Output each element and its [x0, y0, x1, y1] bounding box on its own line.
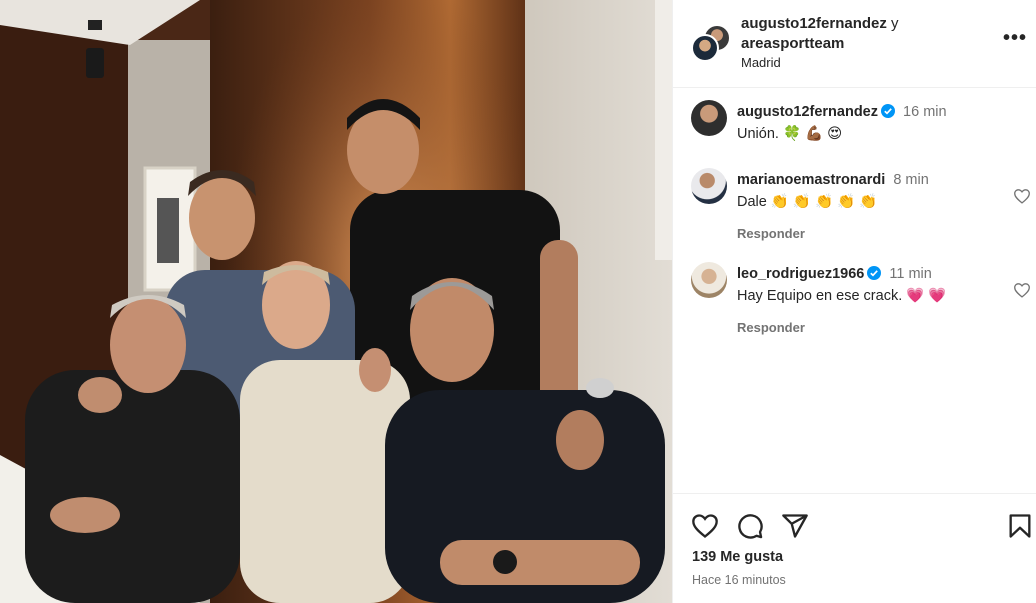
author-avatars[interactable] [691, 24, 731, 64]
author-username-link[interactable]: augusto12fernandez [741, 15, 887, 32]
comment-text: Unión. 🍀 💪🏾 😍 [737, 126, 843, 142]
avatar[interactable] [691, 100, 727, 136]
comment-time[interactable]: 16 min [903, 104, 947, 120]
post-photo[interactable] [0, 0, 672, 603]
group-photo-illustration [0, 0, 672, 603]
comment-icon[interactable] [736, 512, 764, 540]
bookmark-icon[interactable] [1006, 512, 1034, 540]
comment-username[interactable]: marianoemastronardi [737, 172, 885, 188]
share-icon[interactable] [781, 512, 809, 540]
more-options-icon[interactable]: ••• [1003, 28, 1027, 48]
avatar[interactable] [691, 168, 727, 204]
author-names: augusto12fernandez y areasportteam [741, 14, 899, 54]
reply-button[interactable]: Responder [737, 320, 1007, 335]
comment-time[interactable]: 11 min [889, 266, 931, 282]
post-timestamp[interactable]: Hace 16 minutos [692, 573, 786, 587]
comment-time[interactable]: 8 min [893, 172, 928, 188]
avatar[interactable] [691, 34, 719, 62]
avatar[interactable] [691, 262, 727, 298]
comment-text: Hay Equipo en ese crack. 💗 💗 [737, 288, 947, 304]
comment-item: marianoemastronardi 8 min Dale 👏 👏 👏 👏 👏… [691, 168, 1031, 241]
post-actions: 139 Me gusta Hace 16 minutos [673, 493, 1036, 603]
comment-username[interactable]: augusto12fernandez [737, 104, 878, 120]
heart-icon[interactable] [691, 512, 719, 540]
comments-list: augusto12fernandez 16 min Unión. 🍀 💪🏾 😍 … [673, 88, 1036, 493]
verified-badge-icon [867, 266, 882, 280]
verified-badge-icon [881, 104, 895, 118]
comment-text: Dale 👏 👏 👏 👏 👏 [737, 194, 878, 210]
reply-button[interactable]: Responder [737, 226, 1007, 241]
author-joiner: y [891, 15, 899, 32]
comment-item: leo_rodriguez1966 11 min Hay Equipo en e… [691, 262, 1031, 335]
post-side-panel: augusto12fernandez y areasportteam Madri… [672, 0, 1036, 603]
caption-comment: augusto12fernandez 16 min Unión. 🍀 💪🏾 😍 [691, 100, 1031, 150]
comment-username[interactable]: leo_rodriguez1966 [737, 266, 864, 282]
like-comment-heart-icon[interactable] [1013, 188, 1031, 204]
post-header: augusto12fernandez y areasportteam Madri… [673, 0, 1036, 88]
location-link[interactable]: Madrid [741, 55, 781, 70]
like-comment-heart-icon[interactable] [1013, 282, 1031, 298]
likes-count[interactable]: 139 Me gusta [692, 549, 783, 565]
coauthor-username-link[interactable]: areasportteam [741, 35, 844, 52]
